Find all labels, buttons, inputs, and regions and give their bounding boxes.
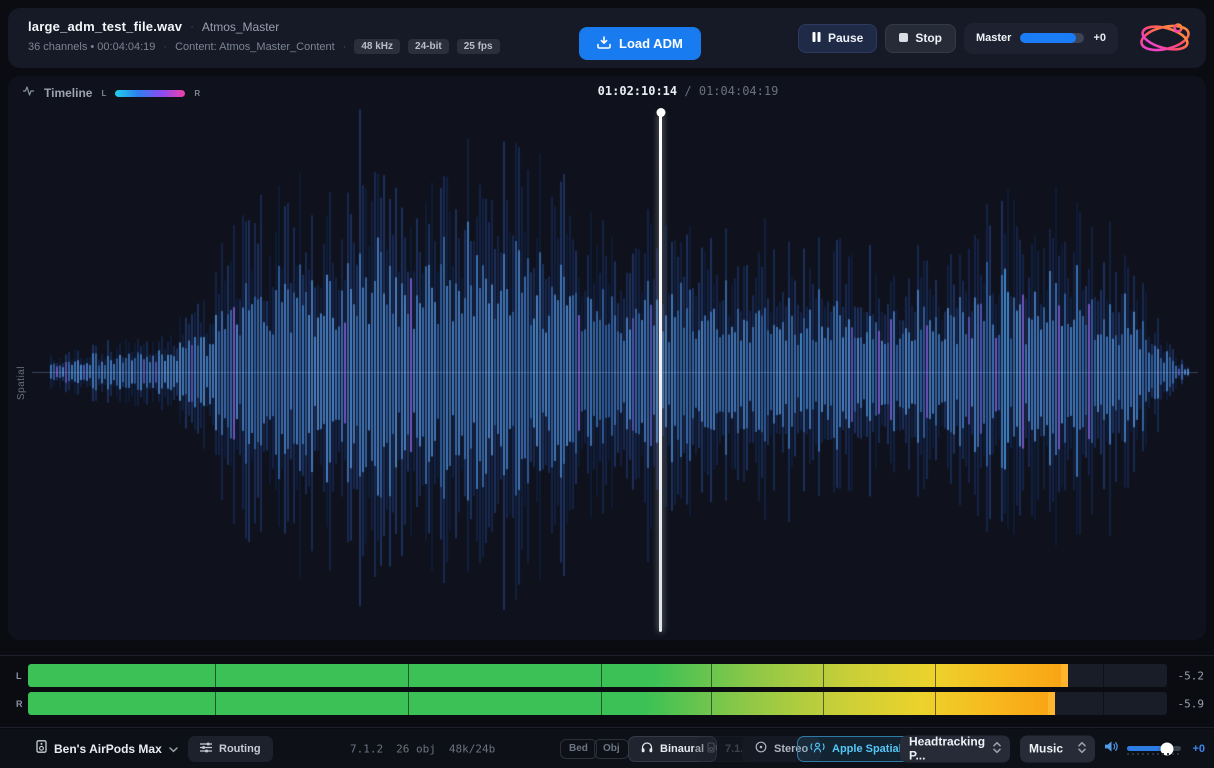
playhead[interactable] <box>659 113 662 632</box>
profile-value: Music <box>1029 742 1063 756</box>
bed-badge: Bed <box>560 739 597 759</box>
headphones-icon <box>641 742 653 756</box>
spatial-axis-label: Spatial <box>16 366 27 400</box>
output-volume-group <box>1104 740 1181 758</box>
master-label: Master <box>976 32 1011 44</box>
channels-duration: 36 channels • 00:04:04:19 <box>28 41 155 53</box>
speaker-circle-icon <box>755 741 767 756</box>
apple-spatial-mode-button[interactable]: Apple Spatial <box>797 736 915 762</box>
transport-controls: Pause Stop Master +0 <box>798 8 1196 68</box>
timecode-display: 01:02:10:14 / 01:04:04:19 <box>598 84 779 98</box>
header-card: large_adm_test_file.wav · Atmos_Master 3… <box>8 8 1206 68</box>
pause-button[interactable]: Pause <box>798 24 877 53</box>
output-volume-slider[interactable] <box>1127 746 1181 751</box>
master-volume-slider[interactable] <box>1020 33 1084 43</box>
mixer-sliders-icon <box>200 742 212 756</box>
timeline-panel: Timeline L R 01:02:10:14 / 01:04:04:19 S… <box>8 76 1206 640</box>
profile-select[interactable]: Music <box>1020 735 1095 762</box>
meter-row-right: R -5.9 <box>0 692 1214 715</box>
chevron-up-down-icon <box>1078 741 1086 756</box>
stream-objects: 26 obj <box>396 742 436 755</box>
current-timecode: 01:02:10:14 <box>598 84 677 98</box>
timecode-separator: / <box>684 84 691 98</box>
file-info: large_adm_test_file.wav · Atmos_Master 3… <box>28 19 500 54</box>
footer-bar: Ben's AirPods Max Routing 7.1.2 26 obj 4… <box>0 729 1214 768</box>
total-timecode: 01:04:04:19 <box>699 84 778 98</box>
output-gain-value: +0 <box>1192 743 1205 755</box>
obj-badge: Obj <box>594 739 629 759</box>
load-adm-button[interactable]: Load ADM <box>579 27 701 60</box>
stop-square-icon <box>899 31 908 45</box>
headtracking-select[interactable]: Headtracking P... <box>900 735 1010 762</box>
meter-value-l: -5.2 <box>1178 669 1205 682</box>
stream-info: 7.1.2 26 obj 48k/24b <box>350 742 495 755</box>
master-gain-value: +0 <box>1093 32 1106 44</box>
stream-format: 7.1.2 <box>350 742 383 755</box>
meter-fill-r <box>28 692 1055 715</box>
bitdepth-badge: 24-bit <box>408 39 449 54</box>
separator-dot: · <box>163 41 167 53</box>
meter-value-r: -5.9 <box>1178 697 1205 710</box>
stop-button[interactable]: Stop <box>885 24 956 53</box>
load-adm-label: Load ADM <box>619 36 683 51</box>
waveform-canvas[interactable] <box>8 76 1206 640</box>
meter-fill-l <box>28 664 1068 687</box>
meter-label-r: R <box>16 699 23 709</box>
volume-ticks <box>1127 753 1181 755</box>
stream-rate: 48k/24b <box>449 742 495 755</box>
routing-button[interactable]: Routing <box>188 736 273 762</box>
chevron-up-down-icon <box>993 741 1001 756</box>
pause-label: Pause <box>828 31 863 45</box>
speaker-cabinet-icon <box>36 740 47 758</box>
master-volume-fill <box>1020 33 1076 43</box>
speaker-waves-icon <box>1104 740 1119 758</box>
meter-track-r <box>28 692 1167 715</box>
speaker-stack-icon <box>707 742 718 756</box>
pan-right-marker: R <box>194 89 200 98</box>
app-root: large_adm_test_file.wav · Atmos_Master 3… <box>0 0 1214 768</box>
level-meters: L -5.2 R -5.9 <box>0 655 1214 728</box>
playhead-knob-icon[interactable] <box>656 108 665 117</box>
peak-cap-r <box>1048 692 1055 715</box>
spatial-audio-head-icon <box>810 741 825 756</box>
content-name: Content: Atmos_Master_Content <box>175 41 335 53</box>
import-tray-arrow-icon <box>597 36 611 52</box>
pan-left-marker: L <box>101 89 106 98</box>
pan-gradient-bar[interactable] <box>115 90 185 97</box>
timeline-label: Timeline <box>44 86 92 100</box>
master-volume-group: Master +0 <box>964 23 1118 54</box>
separator-dot: · <box>190 21 194 33</box>
pause-bars-icon <box>812 31 821 45</box>
output-device-selector[interactable]: Ben's AirPods Max <box>36 740 178 758</box>
chevron-down-icon <box>169 740 178 758</box>
output-device-name: Ben's AirPods Max <box>54 742 162 756</box>
peak-cap-l <box>1061 664 1068 687</box>
footer-divider <box>889 739 890 758</box>
meter-label-l: L <box>16 671 22 681</box>
headtracking-value: Headtracking P... <box>909 735 985 763</box>
meter-track-l <box>28 664 1167 687</box>
routing-label: Routing <box>219 743 261 755</box>
separator-dot: · <box>343 41 347 53</box>
apple-spatial-label: Apple Spatial <box>832 743 902 755</box>
stop-label: Stop <box>915 31 942 45</box>
program-name: Atmos_Master <box>202 20 279 34</box>
app-logo-icon <box>1134 15 1196 61</box>
meter-row-left: L -5.2 <box>0 664 1214 687</box>
samplerate-badge: 48 kHz <box>354 39 400 54</box>
file-name: large_adm_test_file.wav <box>28 19 182 34</box>
timeline-header: Timeline L R <box>22 84 200 102</box>
framerate-badge: 25 fps <box>457 39 500 54</box>
activity-pulse-icon <box>22 84 35 102</box>
